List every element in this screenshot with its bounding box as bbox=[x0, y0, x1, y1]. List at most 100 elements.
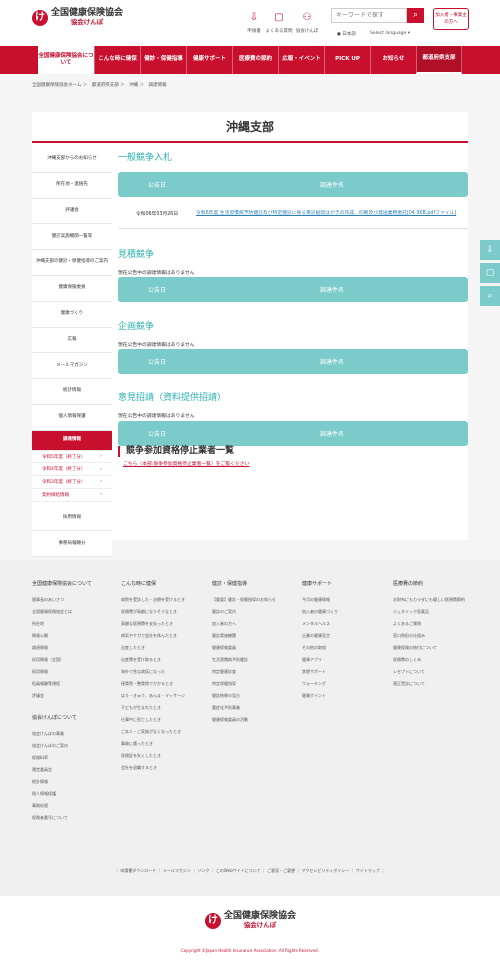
footer-link[interactable]: 加入者の方へ bbox=[212, 621, 300, 626]
sidebar-sub-r3[interactable]: 令和3年度（終了分） › bbox=[32, 476, 112, 489]
gnav-pr-events[interactable]: 広報・イベント bbox=[278, 46, 324, 74]
breadcrumb-branches[interactable]: 都道府県支部 bbox=[92, 83, 119, 88]
footer-link[interactable]: 企業の健康宣言 bbox=[302, 633, 390, 638]
footer-link[interactable]: 協会けんぽのご案内 bbox=[32, 743, 120, 748]
footer-link[interactable]: 保険者番号について bbox=[32, 815, 120, 820]
footer-link[interactable]: 生活習慣病予防健診 bbox=[212, 657, 300, 662]
footer-link[interactable]: 理事長のあいさつ bbox=[32, 597, 120, 602]
footer-link[interactable]: 病気やケガで会社を休んだとき bbox=[121, 633, 209, 638]
breadcrumb-home[interactable]: 全国健康保険協会ホーム bbox=[32, 83, 81, 88]
language-japanese[interactable]: ● 日本語 bbox=[337, 31, 356, 37]
sidebar-item-address[interactable]: 所在地・連絡先 bbox=[32, 172, 112, 199]
footer-logo[interactable]: け 全国健康保険協会 協会けんぽ bbox=[205, 911, 296, 929]
footer-link[interactable]: 【重要】健診・保健指導のお知らせ bbox=[212, 597, 300, 602]
footer-link[interactable]: 子どもが生まれたとき bbox=[121, 705, 209, 710]
sidebar-item-remuneration[interactable]: 事務局報酬分 bbox=[32, 531, 112, 558]
footer-link[interactable]: 健康保険委員 bbox=[212, 645, 300, 650]
footer-link[interactable]: 特定健康診査 bbox=[212, 669, 300, 674]
footer-link[interactable]: ウォーキング bbox=[302, 681, 390, 686]
footer-link[interactable]: 運営委員会 bbox=[32, 767, 120, 772]
footer-link[interactable]: 健診のご案内 bbox=[212, 609, 300, 614]
footer-link[interactable]: 個人情報保護 bbox=[32, 791, 120, 796]
footer-link[interactable]: 調達情報 bbox=[32, 645, 120, 650]
footer-link[interactable]: メンタルヘルス bbox=[302, 621, 390, 626]
footer-link[interactable]: 医療費が高額になりそうなとき bbox=[121, 609, 209, 614]
sidebar-sub-r5[interactable]: 令和5年度（終了分） › bbox=[32, 450, 112, 464]
member-button[interactable]: 加入者・事業主の方へ bbox=[433, 8, 469, 30]
footer-link[interactable]: 保険証を失くしたとき bbox=[121, 753, 209, 758]
sidebar-item-recruit[interactable]: 採用情報 bbox=[32, 505, 112, 532]
breadcrumb-okinawa[interactable]: 沖縄 bbox=[129, 83, 138, 88]
footer-link[interactable]: 協会けんぽの事業 bbox=[32, 731, 120, 736]
footer-link[interactable]: 評議会 bbox=[32, 693, 120, 698]
footer-link[interactable]: 健診実施機関 bbox=[212, 633, 300, 638]
footer-link[interactable]: ご本人・ご家族がなくなったとき bbox=[121, 729, 209, 734]
footer-link[interactable]: お財布にもカラダにも優しい医療費節約 bbox=[393, 597, 481, 602]
footer-link[interactable]: よくあるご質問 bbox=[393, 621, 481, 626]
sidebar-item-pr[interactable]: 広報 bbox=[32, 327, 112, 354]
sidebar-item-mailmagazine[interactable]: メールマガジン bbox=[32, 353, 112, 380]
gnav-health-support[interactable]: 健康サポート bbox=[186, 46, 232, 74]
footer-link[interactable]: 全国健康保険協会とは bbox=[32, 609, 120, 614]
search-input[interactable] bbox=[331, 8, 407, 23]
sidebar-item-committee[interactable]: 健康保険委員 bbox=[32, 275, 112, 302]
footer-link[interactable]: 会社を退職するとき bbox=[121, 765, 209, 770]
sidebar-item-privacy[interactable]: 個人情報保護 bbox=[32, 404, 112, 431]
footer-link[interactable]: 仕事中に死亡したとき bbox=[121, 717, 209, 722]
footer-link[interactable]: 健康保険の給付について bbox=[393, 645, 481, 650]
float-search-button[interactable]: ⌕ bbox=[480, 286, 500, 306]
footer-link[interactable]: 出産費を受け取るとき bbox=[121, 657, 209, 662]
footer-link[interactable]: 情報公開 bbox=[32, 633, 120, 638]
footer-link[interactable]: 健康ポイント bbox=[302, 693, 390, 698]
footer-link[interactable]: 所在地 bbox=[32, 621, 120, 626]
site-logo[interactable]: け 全国健康保険協会 協会けんぽ bbox=[32, 8, 123, 26]
footer-link[interactable]: 健康アプリ bbox=[302, 657, 390, 662]
footer-link[interactable]: 事故に遭ったとき bbox=[121, 741, 209, 746]
footer-link[interactable]: 採用情報（全国） bbox=[32, 657, 120, 662]
footer-link[interactable]: 禁煙サポート bbox=[302, 669, 390, 674]
footer-link[interactable]: ジェネリック医薬品 bbox=[393, 609, 481, 614]
gnav-pickup[interactable]: PICK UP bbox=[324, 46, 370, 74]
footer-link[interactable]: 役員報酬等規程 bbox=[32, 681, 120, 686]
footer-link[interactable]: 接骨院・整骨院でかかるとき bbox=[121, 681, 209, 686]
gnav-branches[interactable]: 都道府県支部 bbox=[416, 46, 462, 74]
suspended-list-link[interactable]: こちら（本部:競争参加資格停止業者一覧）をご覧ください bbox=[123, 460, 249, 467]
gnav-cost-saving[interactable]: 医療費の節約 bbox=[232, 46, 278, 74]
sidebar-item-statistics[interactable]: 統計情報 bbox=[32, 379, 112, 405]
footer-link[interactable]: 医療費のしくみ bbox=[393, 657, 481, 662]
language-select[interactable]: Select language ▾ bbox=[370, 31, 410, 36]
footer-link[interactable]: 窓口負担の仕組み bbox=[393, 633, 481, 638]
footer-link[interactable]: 病院を受診した・治療を受けるとき bbox=[121, 597, 209, 602]
sidebar-item-checkup-facilities[interactable]: 健診実施機関一覧等 bbox=[32, 224, 112, 251]
footer-link[interactable]: 特定保健指導 bbox=[212, 681, 300, 686]
header-link-kenpo[interactable]: ⚇ 協会けんぽ bbox=[289, 12, 325, 34]
footer-link[interactable]: 事務処理 bbox=[32, 803, 120, 808]
float-download-button[interactable]: ⇩ bbox=[480, 240, 500, 260]
sidebar-item-checkup-guide[interactable]: 沖縄支部の健診・保健指導のご案内 bbox=[32, 250, 112, 276]
footer-link[interactable]: 適正受診について bbox=[393, 681, 481, 686]
gnav-news[interactable]: お知らせ bbox=[370, 46, 416, 74]
float-faq-button[interactable]: ▢ bbox=[480, 263, 500, 283]
footer-link[interactable]: 採用情報 bbox=[32, 669, 120, 674]
sidebar-item-health[interactable]: 健康づくり bbox=[32, 301, 112, 328]
footer-link[interactable]: その他の取組 bbox=[302, 645, 390, 650]
footer-link[interactable]: 出産したとき bbox=[121, 645, 209, 650]
footer-link[interactable]: 加入者の健康づくり bbox=[302, 609, 390, 614]
footer-link[interactable]: 健康保険委員の活動 bbox=[212, 717, 300, 722]
footer-link[interactable]: 健診結果の見方 bbox=[212, 693, 300, 698]
gnav-benefits[interactable]: こんな時に健保 bbox=[94, 46, 140, 74]
footer-link[interactable]: はり・きゅう、あんま・マッサージ bbox=[121, 693, 209, 698]
footer-link[interactable]: 重症化予防事業 bbox=[212, 705, 300, 710]
sidebar-item-news[interactable]: 沖縄支部からのお知らせ bbox=[32, 147, 112, 173]
sidebar-item-council[interactable]: 評議会 bbox=[32, 198, 112, 225]
sidebar-sub-r4[interactable]: 令和4年度（終了分） › bbox=[32, 463, 112, 477]
footer-link[interactable]: レセプトについて bbox=[393, 669, 481, 674]
footer-link[interactable]: 今月の健康情報 bbox=[302, 597, 390, 602]
footer-bottom-links[interactable]: ｜ 申請書ダウンロード ｜ メールマガジン ｜ リンク ｜ このWebサイトにつ… bbox=[0, 868, 500, 874]
row-title-link[interactable]: 令和6年度 生活習慣病予防健診及び特定健診に係る受診勧奨はがきの作成、印刷及び発… bbox=[196, 210, 468, 217]
gnav-about[interactable]: 全国健康保険協会について bbox=[38, 46, 94, 74]
footer-link[interactable]: 保険料率 bbox=[32, 755, 120, 760]
sidebar-sub-contracts[interactable]: 契約締結情報 › bbox=[32, 488, 112, 502]
footer-link[interactable]: 統計情報 bbox=[32, 779, 120, 784]
footer-link[interactable]: 高額な医療費を支払ったとき bbox=[121, 621, 209, 626]
